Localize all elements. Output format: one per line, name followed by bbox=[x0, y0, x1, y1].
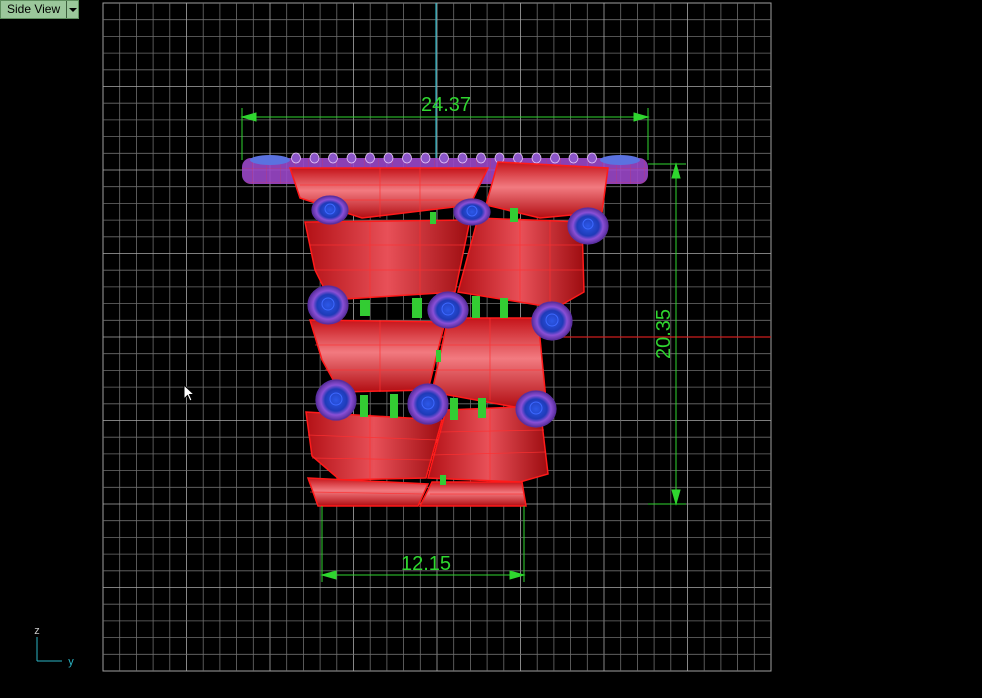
band-bead bbox=[365, 152, 375, 164]
band-bead bbox=[587, 152, 597, 164]
band-bead bbox=[513, 152, 523, 164]
dimension-width-bottom-label[interactable]: 12.15 bbox=[401, 553, 451, 575]
scene-svg: 24.37 20.35 12.15 z y bbox=[34, 2, 772, 672]
band-bead bbox=[550, 152, 560, 164]
mouse-cursor-icon bbox=[183, 384, 195, 402]
band-bead bbox=[402, 152, 412, 164]
axis-triad-z-label: z bbox=[34, 625, 40, 637]
dimension-width-top-label[interactable]: 24.37 bbox=[421, 94, 471, 116]
band-bead bbox=[309, 152, 320, 164]
band-bead bbox=[531, 152, 542, 164]
band-bead bbox=[439, 152, 449, 164]
band-bead bbox=[568, 152, 579, 164]
band-bead bbox=[346, 152, 357, 164]
band-bead bbox=[457, 152, 468, 164]
axis-triad: z y bbox=[34, 625, 74, 668]
band-bead bbox=[420, 152, 431, 164]
band-bead bbox=[328, 152, 338, 164]
link-upper-right bbox=[457, 217, 585, 309]
band-bead bbox=[291, 152, 301, 164]
band-bead bbox=[476, 152, 486, 164]
viewport-canvas[interactable]: Side View 24.37 20.35 12.15 z y bbox=[0, 0, 982, 698]
band-bead bbox=[383, 152, 394, 164]
axis-triad-y-label: y bbox=[68, 656, 74, 668]
dimension-height-right-label[interactable]: 20.35 bbox=[653, 309, 675, 359]
